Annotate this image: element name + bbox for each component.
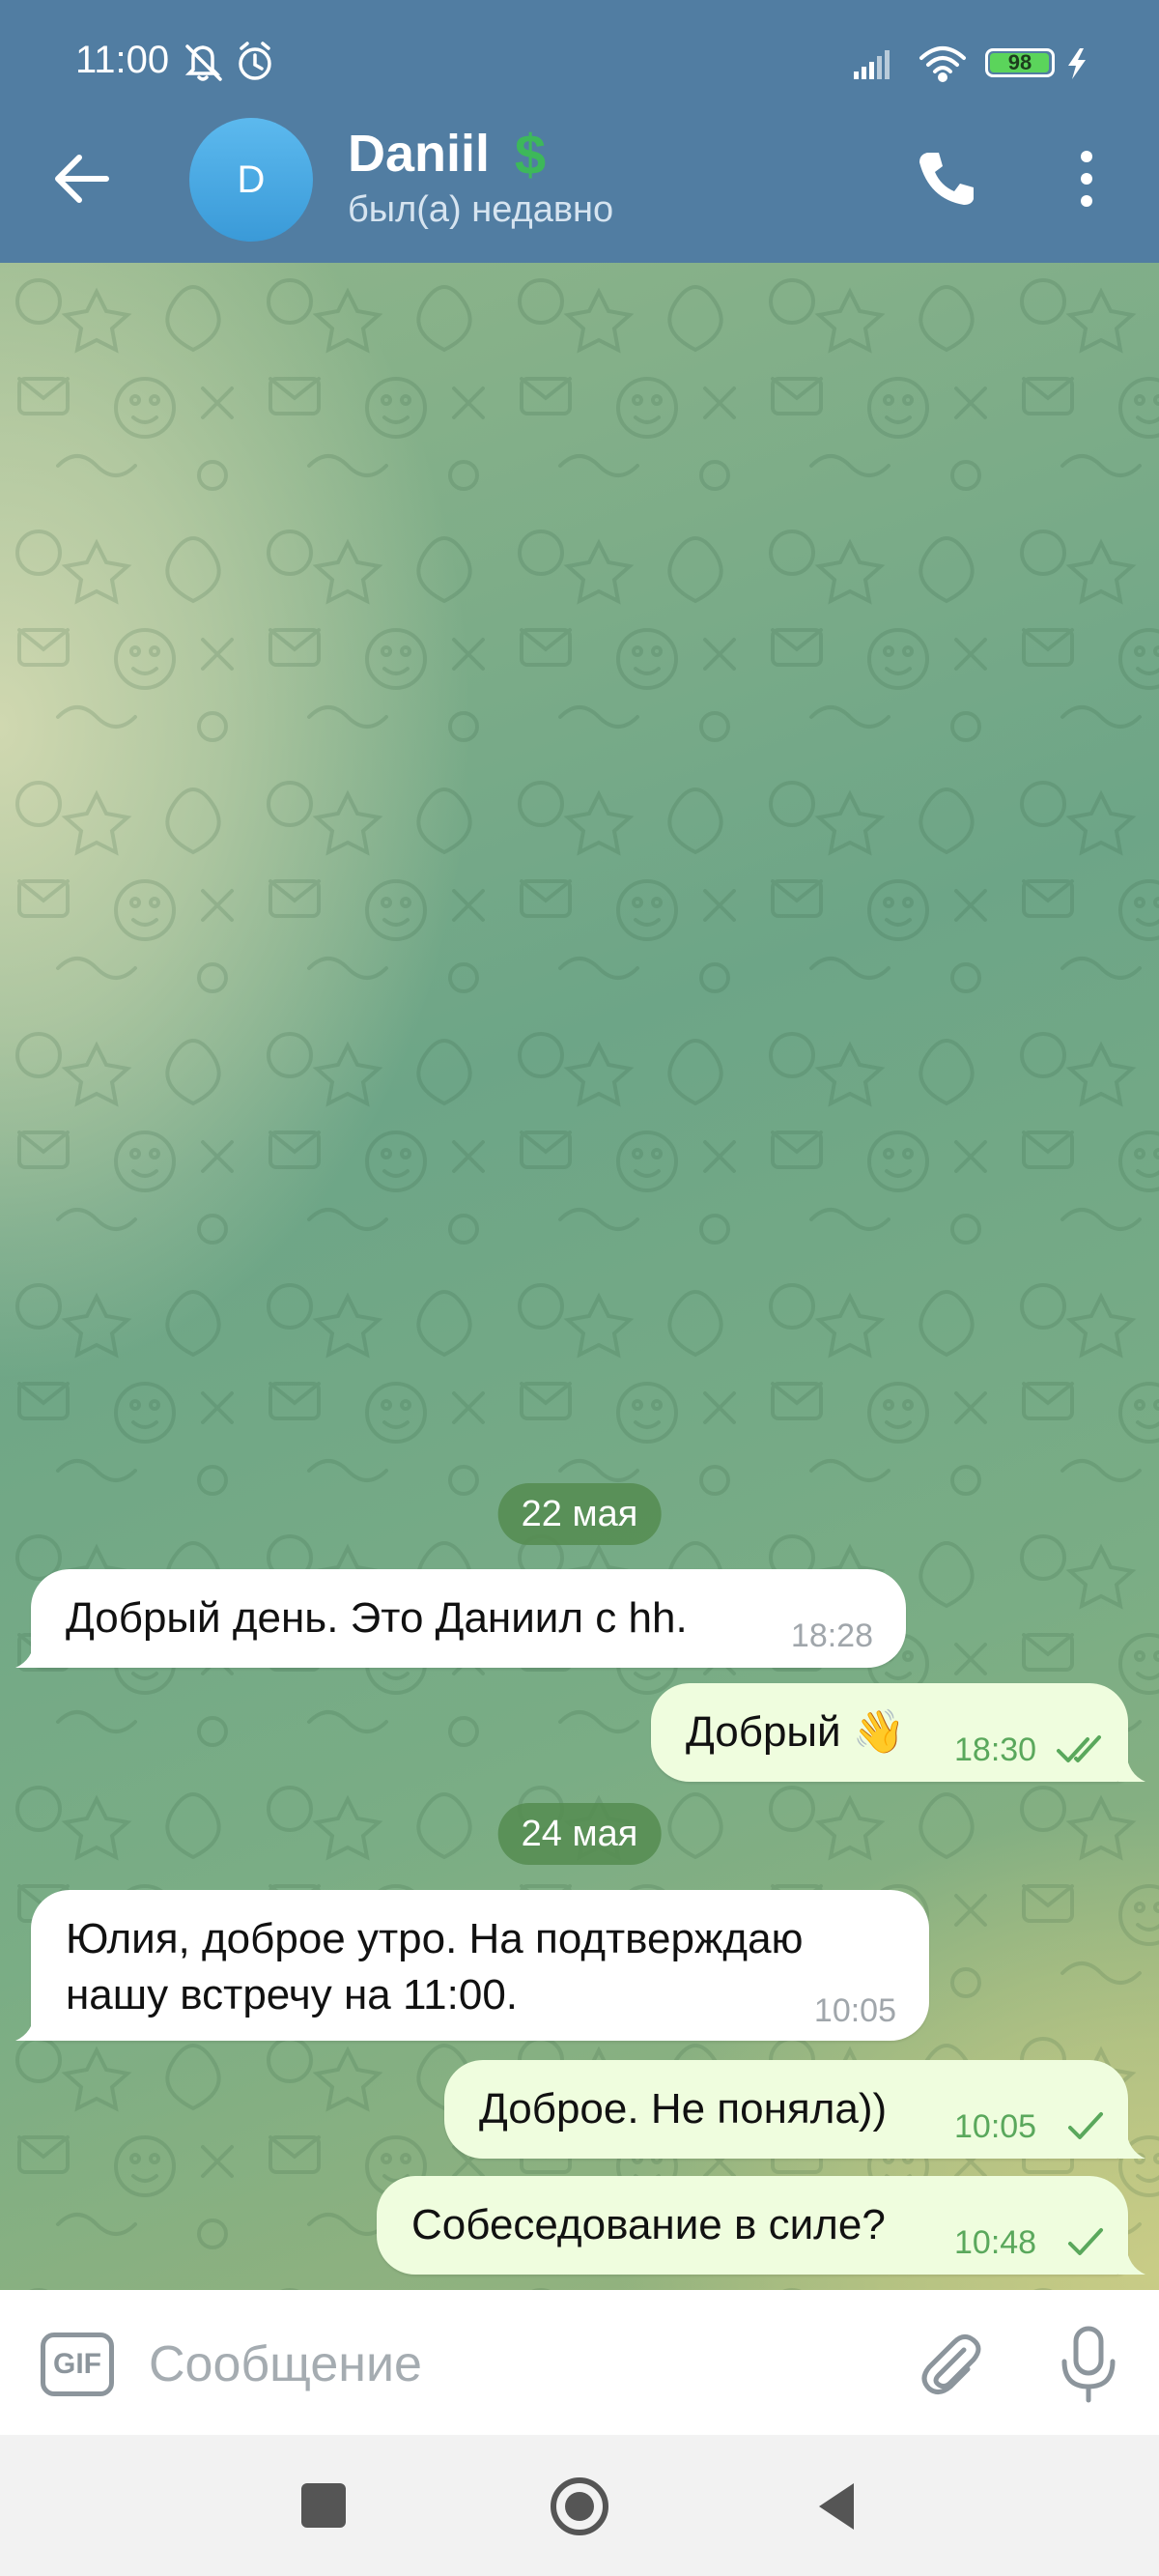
microphone-icon[interactable] xyxy=(1057,2323,1120,2406)
bubble-tail xyxy=(1118,2130,1145,2159)
chat-header: 11:00 98 D Daniil $ был(а) недавно xyxy=(0,0,1159,263)
contact-status: был(а) недавно xyxy=(348,189,614,230)
back-arrow-icon[interactable] xyxy=(48,145,116,213)
svg-text:$: $ xyxy=(515,124,546,184)
bubble-tail xyxy=(15,2012,42,2041)
bubble-tail xyxy=(15,1639,42,1668)
phone-icon[interactable] xyxy=(912,145,979,213)
double-check-read-icon xyxy=(1057,1735,1101,1762)
battery-percent: 98 xyxy=(1007,50,1032,74)
message-time: 18:28 xyxy=(790,1617,873,1654)
system-status-icons xyxy=(854,46,1086,82)
message-time: 18:30 xyxy=(954,1732,1037,1768)
message-text: Добрый день. Это Даниил с hh. xyxy=(66,1594,688,1642)
date-separator: 22 мая xyxy=(497,1483,662,1545)
message-time: 10:05 xyxy=(954,2108,1037,2145)
back-nav-button[interactable] xyxy=(811,2479,865,2533)
date-separator: 24 мая xyxy=(497,1803,662,1865)
status-time: 11:00 xyxy=(75,39,170,81)
charging-icon xyxy=(1068,48,1086,79)
gif-button[interactable]: GIF xyxy=(41,2333,114,2396)
message-text: Собеседование в силе? xyxy=(411,2201,886,2248)
incoming-message[interactable]: Юлия, доброе утро. На подтверждаю нашу в… xyxy=(31,1890,929,2041)
message-text: Юлия, доброе утро. На подтверждаю нашу в… xyxy=(66,1915,804,2018)
wifi-icon xyxy=(919,46,966,82)
muted-bell-icon xyxy=(184,44,222,81)
status-bar: 11:00 98 xyxy=(0,0,1159,126)
message-text: Доброе. Не поняла)) xyxy=(479,2085,888,2132)
signal-icon xyxy=(854,50,890,79)
notification-icons xyxy=(184,42,271,81)
battery-icon: 98 xyxy=(985,48,1055,77)
recent-apps-button[interactable] xyxy=(301,2483,346,2528)
home-button[interactable] xyxy=(549,2476,610,2537)
paperclip-icon[interactable] xyxy=(914,2329,985,2400)
incoming-message[interactable]: Добрый день. Это Даниил с hh. 18:28 xyxy=(31,1569,906,1668)
outgoing-message[interactable]: Собеседование в силе? 10:48 xyxy=(377,2176,1128,2275)
message-time: 10:48 xyxy=(954,2224,1037,2261)
message-text: Добрый 👋 xyxy=(686,1708,906,1756)
message-input[interactable] xyxy=(149,2329,883,2400)
more-vertical-icon[interactable] xyxy=(1062,145,1111,213)
alarm-icon xyxy=(239,42,271,80)
bubble-tail xyxy=(1118,1753,1145,1782)
bubble-tail xyxy=(1118,2246,1145,2275)
outgoing-message[interactable]: Добрый 👋 18:30 xyxy=(651,1683,1128,1782)
outgoing-message[interactable]: Доброе. Не поняла)) 10:05 xyxy=(444,2060,1128,2159)
message-time: 10:05 xyxy=(813,1992,896,2029)
check-sent-icon xyxy=(1068,2228,1103,2255)
contact-name[interactable]: Daniil xyxy=(348,124,490,184)
dollar-emoji-icon: $ xyxy=(515,124,546,184)
avatar[interactable]: D xyxy=(189,118,313,242)
check-sent-icon xyxy=(1068,2112,1103,2139)
